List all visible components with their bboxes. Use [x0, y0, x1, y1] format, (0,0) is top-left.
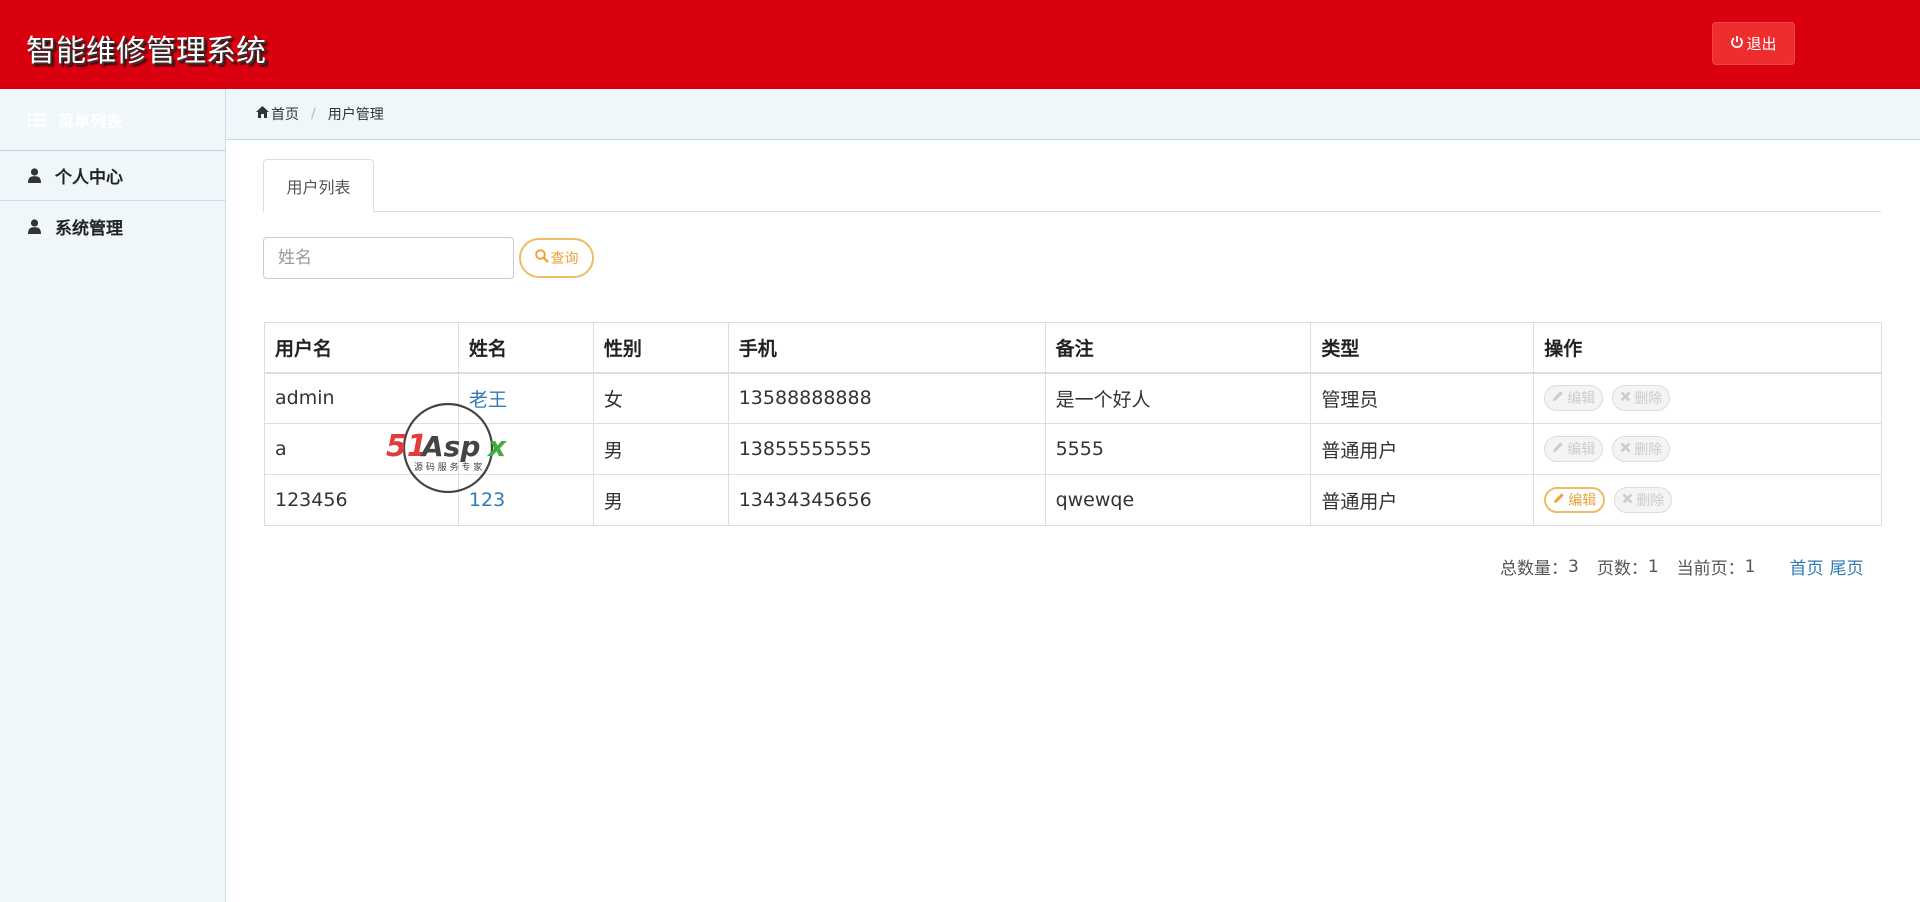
breadcrumb-home[interactable]: 首页: [256, 104, 299, 124]
column-header-actions: 操作: [1534, 323, 1882, 373]
tab-bar: 用户列表: [263, 159, 1881, 212]
delete-button[interactable]: 删除: [1614, 487, 1672, 513]
pencil-icon: [1553, 492, 1568, 508]
sidebar-item-label: 系统管理: [55, 214, 123, 239]
search-icon: [535, 249, 551, 267]
close-icon: [1620, 441, 1634, 457]
cell-phone: 13434345656: [728, 475, 1045, 526]
user-icon: [28, 219, 41, 234]
last-page-link[interactable]: 尾页: [1829, 554, 1863, 579]
pencil-icon: [1552, 441, 1567, 457]
user-icon: [28, 168, 41, 183]
edit-label: 编辑: [1567, 388, 1595, 408]
column-header-note: 备注: [1045, 323, 1311, 373]
list-icon: [28, 113, 46, 127]
sidebar-item-personal-center[interactable]: 个人中心: [0, 151, 225, 201]
sidebar: 菜单列表 个人中心 系统管理: [0, 89, 226, 902]
svg-text:源 码 服 务 专 家: 源 码 服 务 专 家: [414, 461, 482, 473]
app-title: 智能维修管理系统: [26, 26, 266, 70]
pagination: 总数量： 3 页数： 1 当前页： 1 首页 尾页: [1500, 554, 1863, 579]
cell-gender: 女: [593, 373, 728, 424]
delete-button[interactable]: 删除: [1612, 385, 1670, 411]
logout-button[interactable]: 退出: [1712, 22, 1795, 65]
cell-note: 是一个好人: [1045, 373, 1311, 424]
breadcrumb-current: 用户管理: [328, 104, 384, 124]
column-header-username: 用户名: [265, 323, 459, 373]
cell-type: 管理员: [1311, 373, 1534, 424]
power-icon: [1730, 35, 1746, 53]
close-icon: [1622, 492, 1636, 508]
search-button[interactable]: 查询: [519, 238, 594, 278]
column-header-name: 姓名: [458, 323, 593, 373]
breadcrumb-home-label: 首页: [271, 104, 299, 124]
sidebar-item-system-management[interactable]: 系统管理: [0, 201, 225, 251]
home-icon: [256, 106, 271, 122]
edit-label: 编辑: [1567, 439, 1595, 459]
cell-actions: 编辑 删除: [1534, 424, 1882, 475]
current-page-label: 当前页：: [1677, 554, 1745, 579]
top-header: 智能维修管理系统 退出: [0, 0, 1920, 89]
pencil-icon: [1552, 390, 1567, 406]
cell-phone: 13588888888: [728, 373, 1045, 424]
column-header-phone: 手机: [728, 323, 1045, 373]
name-search-input[interactable]: [263, 237, 514, 279]
table-header-row: 用户名 姓名 性别 手机 备注 类型 操作: [265, 323, 1882, 373]
svg-text:Asp: Asp: [420, 430, 480, 463]
breadcrumb-separator: /: [311, 106, 316, 122]
edit-button[interactable]: 编辑: [1544, 487, 1605, 513]
first-page-link[interactable]: 首页: [1789, 554, 1823, 579]
close-icon: [1620, 390, 1634, 406]
cell-actions: 编辑 删除: [1534, 475, 1882, 526]
search-button-label: 查询: [551, 248, 579, 268]
delete-label: 删除: [1636, 490, 1664, 510]
edit-label: 编辑: [1568, 490, 1596, 510]
menu-heading-label: 菜单列表: [58, 108, 122, 132]
watermark-logo: 51 Asp x 源 码 服 务 专 家: [380, 400, 515, 498]
breadcrumb: 首页 / 用户管理: [226, 89, 1920, 140]
column-header-gender: 性别: [593, 323, 728, 373]
cell-type: 普通用户: [1311, 475, 1534, 526]
tab-user-list[interactable]: 用户列表: [263, 159, 374, 213]
edit-button[interactable]: 编辑: [1544, 436, 1603, 462]
column-header-type: 类型: [1311, 323, 1534, 373]
current-page: 1: [1745, 557, 1756, 577]
delete-label: 删除: [1634, 388, 1662, 408]
total-count: 3: [1568, 557, 1579, 577]
svg-text:x: x: [486, 430, 507, 463]
cell-phone: 13855555555: [728, 424, 1045, 475]
sidebar-item-label: 个人中心: [55, 163, 123, 188]
cell-actions: 编辑 删除: [1534, 373, 1882, 424]
delete-button[interactable]: 删除: [1612, 436, 1670, 462]
cell-note: 5555: [1045, 424, 1311, 475]
menu-heading: 菜单列表: [0, 89, 225, 151]
cell-note: qwewqe: [1045, 475, 1311, 526]
page-count: 1: [1648, 557, 1659, 577]
edit-button[interactable]: 编辑: [1544, 385, 1603, 411]
cell-type: 普通用户: [1311, 424, 1534, 475]
logout-label: 退出: [1746, 33, 1776, 54]
cell-gender: 男: [593, 424, 728, 475]
delete-label: 删除: [1634, 439, 1662, 459]
page-count-label: 页数：: [1597, 554, 1648, 579]
cell-gender: 男: [593, 475, 728, 526]
total-count-label: 总数量：: [1500, 554, 1568, 579]
